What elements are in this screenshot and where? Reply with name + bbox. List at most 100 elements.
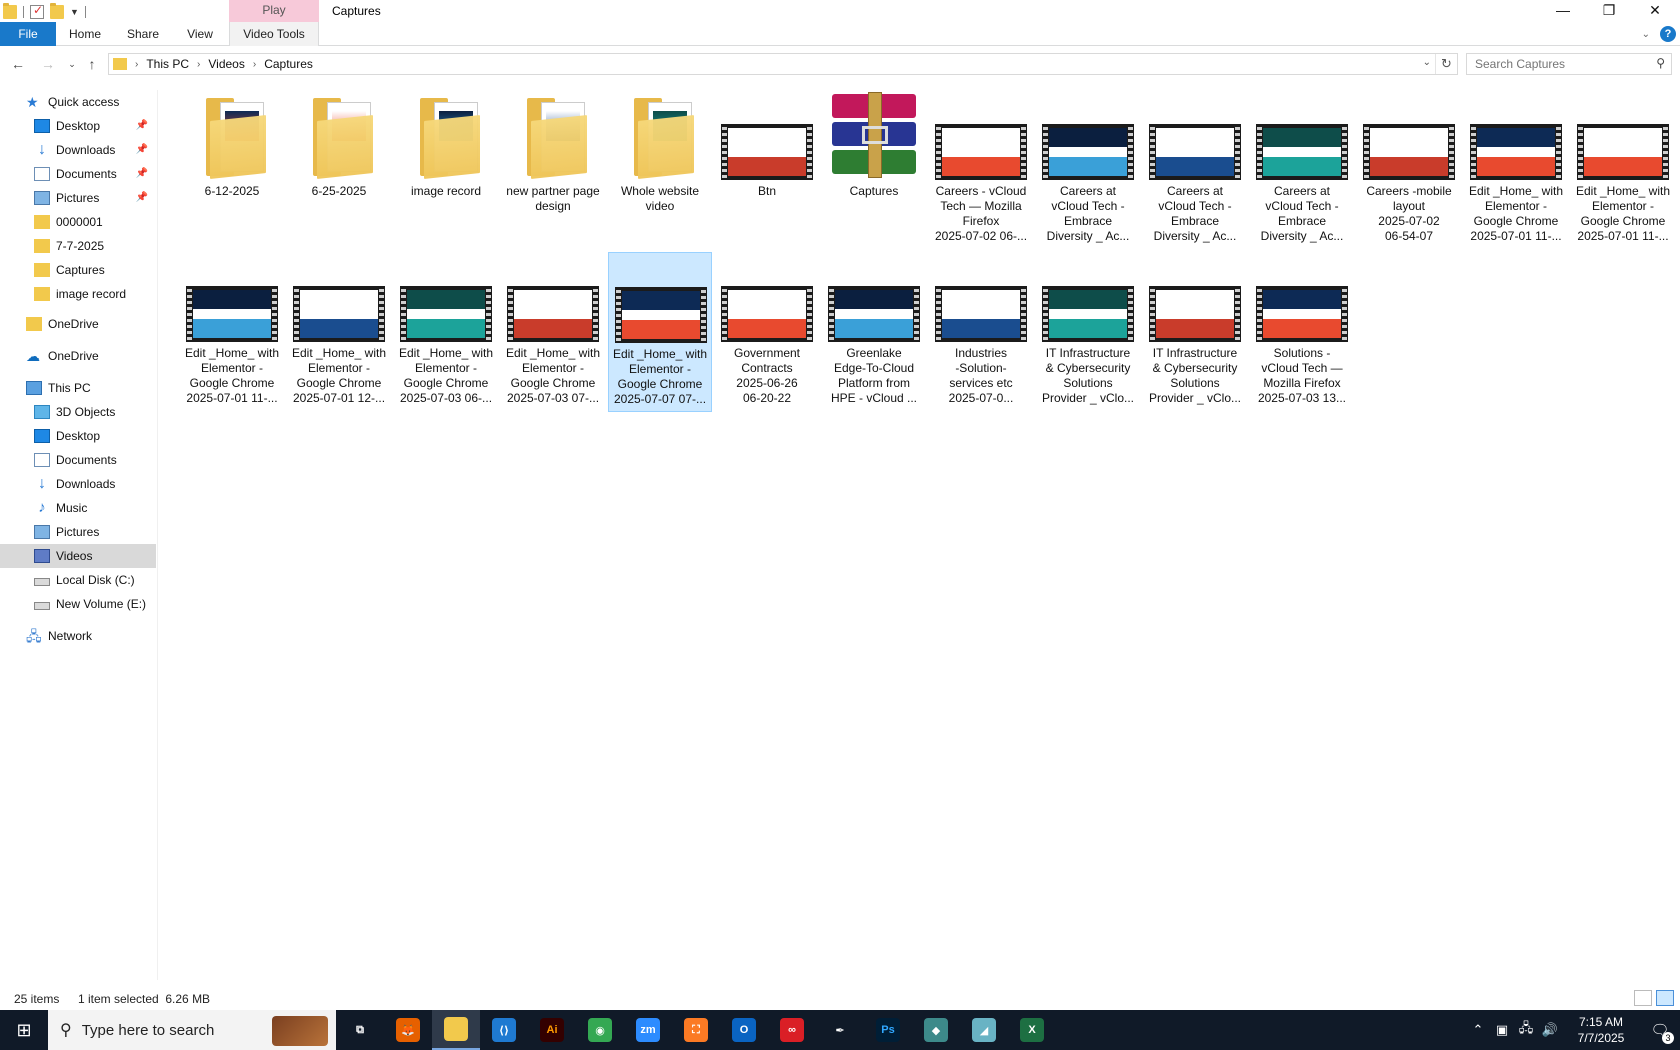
forward-arrow-icon[interactable]: →: [38, 54, 58, 74]
customize-toolbar-icon[interactable]: ▼: [70, 7, 79, 17]
video-item[interactable]: Careers at vCloud Tech - Embrace Diversi…: [1143, 90, 1247, 250]
sidebar-item-pictures[interactable]: Pictures 📌: [0, 186, 156, 210]
video-item[interactable]: Edit _Home_ with Elementor - Google Chro…: [501, 252, 605, 412]
sidebar-item-downloads[interactable]: ↓ Downloads: [0, 472, 156, 496]
tab-file[interactable]: File: [0, 22, 56, 46]
video-item[interactable]: Greenlake Edge-To-Cloud Platform from HP…: [822, 252, 926, 412]
taskbar-app-chrome[interactable]: ◉: [576, 1010, 624, 1050]
folder-item[interactable]: image record: [394, 90, 498, 250]
sidebar-item-documents[interactable]: Documents: [0, 448, 156, 472]
video-item[interactable]: Btn: [715, 90, 819, 250]
video-item[interactable]: Careers - vCloud Tech — Mozilla Firefox …: [929, 90, 1033, 250]
sidebar-item-onedrive-personal[interactable]: OneDrive: [0, 312, 156, 336]
taskbar-search[interactable]: ⚲ Type here to search: [48, 1010, 336, 1050]
tab-video-tools[interactable]: Video Tools: [229, 22, 319, 46]
chevron-right-icon[interactable]: ›: [253, 59, 256, 70]
chevron-right-icon[interactable]: ›: [135, 59, 138, 70]
details-view-icon[interactable]: [1634, 990, 1652, 1006]
video-item[interactable]: Careers -mobile layout 2025-07-02 06-54-…: [1357, 90, 1461, 250]
video-item[interactable]: Edit _Home_ with Elementor - Google Chro…: [394, 252, 498, 412]
taskbar-app-task-view[interactable]: ⧉: [336, 1010, 384, 1050]
sidebar-item-onedrive[interactable]: ☁ OneDrive: [0, 344, 156, 368]
sidebar-item-pictures[interactable]: Pictures: [0, 520, 156, 544]
sidebar-item-music[interactable]: ♪ Music: [0, 496, 156, 520]
windows-start-icon[interactable]: ⊞: [0, 1010, 48, 1050]
taskbar-app-pen-tool[interactable]: ✒: [816, 1010, 864, 1050]
sidebar-item-new-volume[interactable]: New Volume (E:): [0, 592, 156, 616]
sidebar-item-7-7-2025[interactable]: 7-7-2025: [0, 234, 156, 258]
sidebar-item-downloads[interactable]: ↓ Downloads 📌: [0, 138, 156, 162]
notification-center-icon[interactable]: 🗨 3: [1640, 1010, 1680, 1050]
video-item[interactable]: Edit _Home_ with Elementor - Google Chro…: [1571, 90, 1675, 250]
taskbar-app-xampp[interactable]: ⛶: [672, 1010, 720, 1050]
video-item[interactable]: Careers at vCloud Tech - Embrace Diversi…: [1036, 90, 1140, 250]
taskbar-app-firefox[interactable]: 🦊: [384, 1010, 432, 1050]
sidebar-item-this-pc[interactable]: This PC: [0, 376, 156, 400]
sidebar-item-desktop[interactable]: Desktop: [0, 424, 156, 448]
video-item[interactable]: Edit _Home_ with Elementor - Google Chro…: [287, 252, 391, 412]
chevron-up-icon[interactable]: ⌃: [1466, 1010, 1490, 1050]
taskbar-app-zoom[interactable]: zm: [624, 1010, 672, 1050]
taskbar-app-photoshop[interactable]: Ps: [864, 1010, 912, 1050]
tab-home[interactable]: Home: [64, 22, 106, 46]
breadcrumb-this-pc[interactable]: This PC: [146, 57, 189, 71]
tab-share[interactable]: Share: [120, 22, 166, 46]
minimize-button[interactable]: —: [1540, 0, 1586, 22]
volume-icon[interactable]: 🔊: [1538, 1010, 1562, 1050]
taskbar-app-app[interactable]: ◢: [960, 1010, 1008, 1050]
folder-item[interactable]: 6-25-2025: [287, 90, 391, 250]
chevron-right-icon[interactable]: ›: [197, 59, 200, 70]
search-box[interactable]: ⚲: [1466, 53, 1672, 75]
network-icon[interactable]: 🖧: [1514, 1010, 1538, 1050]
taskbar-app-excel[interactable]: X: [1008, 1010, 1056, 1050]
breadcrumb-videos[interactable]: Videos: [208, 57, 244, 71]
sidebar-item-network[interactable]: 🖧 Network: [0, 624, 156, 648]
up-arrow-icon[interactable]: ↑: [82, 54, 102, 74]
archive-item[interactable]: Captures: [822, 90, 926, 250]
search-input[interactable]: [1467, 54, 1637, 74]
video-item[interactable]: IT Infrastructure & Cybersecurity Soluti…: [1036, 252, 1140, 412]
video-item[interactable]: Solutions - vCloud Tech — Mozilla Firefo…: [1250, 252, 1354, 412]
video-item[interactable]: Edit _Home_ with Elementor - Google Chro…: [608, 252, 712, 412]
sidebar-item-videos[interactable]: Videos: [0, 544, 156, 568]
sidebar-item-3d-objects[interactable]: 3D Objects: [0, 400, 156, 424]
video-item[interactable]: Industries -Solution- services etc 2025-…: [929, 252, 1033, 412]
large-icons-view-icon[interactable]: [1656, 990, 1674, 1006]
system-clock[interactable]: 7:15 AM 7/7/2025: [1566, 1014, 1636, 1046]
chevron-down-icon[interactable]: ⌄: [1423, 57, 1431, 68]
address-bar[interactable]: › This PC › Videos › Captures ⌄ ↻: [108, 53, 1458, 75]
sidebar-item-0000001[interactable]: 0000001: [0, 210, 156, 234]
refresh-icon[interactable]: ↻: [1435, 54, 1457, 74]
taskbar-app-file-explorer[interactable]: [432, 1010, 480, 1050]
properties-icon[interactable]: [30, 3, 44, 19]
folder-item[interactable]: Whole website video: [608, 90, 712, 250]
sidebar-item-quick-access[interactable]: ★ Quick access: [0, 90, 156, 114]
breadcrumb-captures[interactable]: Captures: [264, 57, 313, 71]
sidebar-item-desktop[interactable]: Desktop 📌: [0, 114, 156, 138]
recent-locations-icon[interactable]: ⌄: [62, 54, 82, 74]
back-arrow-icon[interactable]: ←: [8, 54, 28, 74]
tab-view[interactable]: View: [180, 22, 220, 46]
video-item[interactable]: IT Infrastructure & Cybersecurity Soluti…: [1143, 252, 1247, 412]
sidebar-item-image-record[interactable]: image record: [0, 282, 156, 306]
restore-button[interactable]: ❐: [1586, 0, 1632, 22]
expand-ribbon-icon[interactable]: ⌄: [1642, 29, 1650, 40]
taskbar-app-app[interactable]: ◆: [912, 1010, 960, 1050]
sidebar-item-local-disk[interactable]: Local Disk (C:): [0, 568, 156, 592]
taskbar-app-vscode[interactable]: ⟨⟩: [480, 1010, 528, 1050]
video-item[interactable]: Government Contracts 2025-06-26 06-20-22: [715, 252, 819, 412]
taskbar-app-illustrator[interactable]: Ai: [528, 1010, 576, 1050]
taskbar-app-outlook[interactable]: O: [720, 1010, 768, 1050]
taskbar-app-creative-cloud[interactable]: ∞: [768, 1010, 816, 1050]
sidebar-item-captures[interactable]: Captures: [0, 258, 156, 282]
folder-item[interactable]: new partner page design: [501, 90, 605, 250]
folder-item[interactable]: 6-12-2025: [180, 90, 284, 250]
sidebar-item-documents[interactable]: Documents 📌: [0, 162, 156, 186]
new-folder-icon[interactable]: [50, 3, 64, 19]
video-item[interactable]: Careers at vCloud Tech - Embrace Diversi…: [1250, 90, 1354, 250]
video-item[interactable]: Edit _Home_ with Elementor - Google Chro…: [1464, 90, 1568, 250]
close-button[interactable]: ✕: [1632, 0, 1678, 22]
video-item[interactable]: Edit _Home_ with Elementor - Google Chro…: [180, 252, 284, 412]
meet-now-icon[interactable]: ▣: [1490, 1010, 1514, 1050]
help-icon[interactable]: ?: [1660, 26, 1676, 42]
